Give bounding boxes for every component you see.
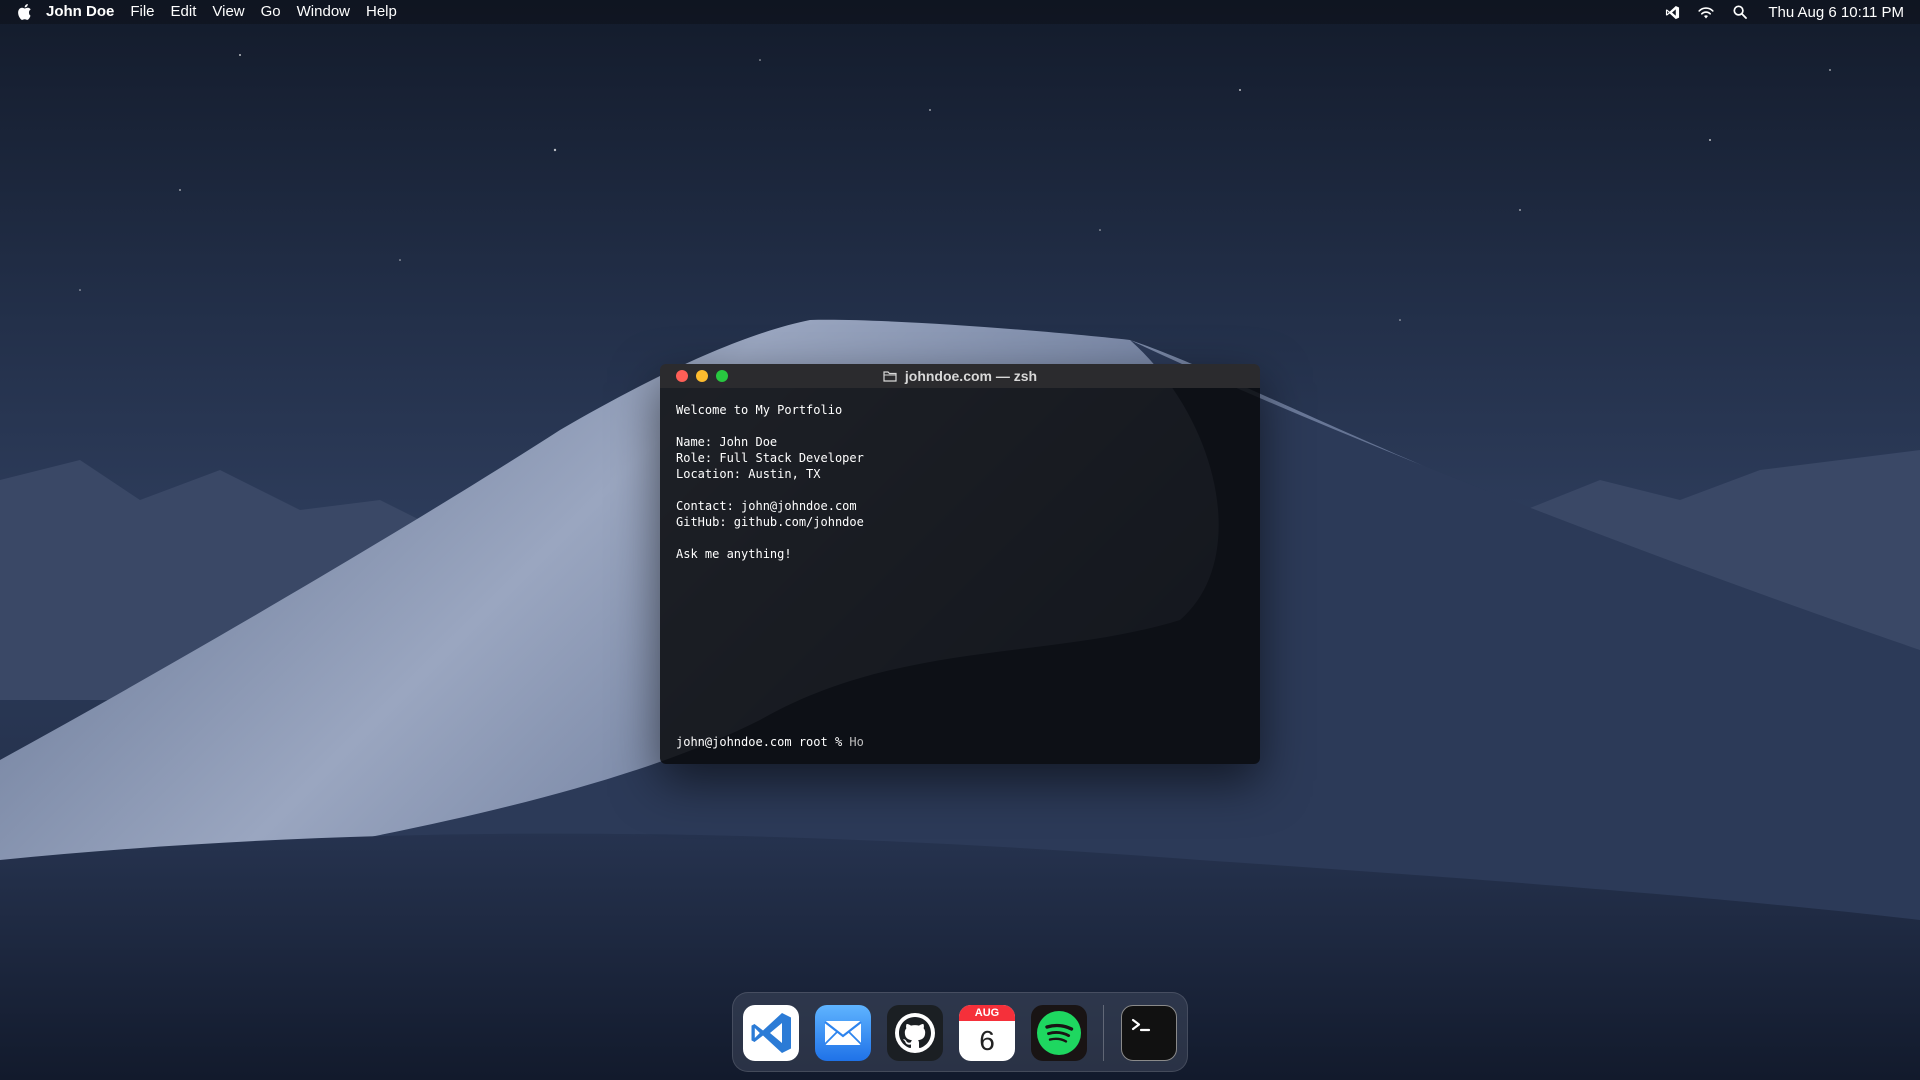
desktop: John Doe File Edit View Go Window Help T… — [0, 0, 1920, 1080]
menu-file[interactable]: File — [130, 0, 154, 24]
dock-spotify-icon[interactable] — [1031, 1005, 1087, 1061]
maximize-button[interactable] — [716, 370, 728, 382]
wifi-icon[interactable] — [1698, 4, 1714, 20]
dock-mail-icon[interactable] — [815, 1005, 871, 1061]
output-line: Role: Full Stack Developer — [676, 451, 864, 465]
vscode-icon[interactable] — [1664, 4, 1680, 20]
dock-calendar-icon[interactable]: AUG 6 — [959, 1005, 1015, 1061]
output-line: Contact: john@johndoe.com — [676, 499, 857, 513]
minimize-button[interactable] — [696, 370, 708, 382]
search-icon[interactable] — [1732, 4, 1748, 20]
shell-prompt: john@johndoe.com root % — [676, 735, 850, 749]
clock[interactable]: Thu Aug 6 10:11 PM — [1768, 4, 1904, 21]
terminal-title: johndoe.com — zsh — [904, 368, 1038, 384]
terminal-titlebar[interactable]: johndoe.com — zsh — [660, 364, 1260, 388]
dock-vscode-icon[interactable] — [743, 1005, 799, 1061]
menu-help[interactable]: Help — [366, 0, 397, 24]
app-name-menu[interactable]: John Doe — [46, 0, 114, 24]
folder-icon — [883, 371, 897, 382]
menu-view[interactable]: View — [212, 0, 244, 24]
apple-icon[interactable] — [16, 3, 32, 21]
dock-github-icon[interactable] — [887, 1005, 943, 1061]
calendar-day: 6 — [979, 1025, 995, 1056]
dock-separator — [1103, 1005, 1104, 1061]
command-input[interactable]: Ho — [849, 735, 863, 749]
output-line: Location: Austin, TX — [676, 467, 821, 481]
output-line: GitHub: github.com/johndoe — [676, 515, 864, 529]
menu-go[interactable]: Go — [261, 0, 281, 24]
menu-bar: John Doe File Edit View Go Window Help T… — [0, 0, 1920, 24]
prompt-line[interactable]: john@johndoe.com root % Ho — [676, 734, 864, 750]
terminal-output: Welcome to My Portfolio Name: John Doe R… — [676, 402, 864, 562]
menu-edit[interactable]: Edit — [171, 0, 197, 24]
calendar-month: AUG — [959, 1005, 1015, 1021]
output-line: Ask me anything! — [676, 547, 792, 561]
window-controls — [676, 370, 736, 382]
output-line: Name: John Doe — [676, 435, 778, 449]
dock-terminal-icon[interactable] — [1121, 1005, 1177, 1061]
close-button[interactable] — [676, 370, 688, 382]
menu-window[interactable]: Window — [297, 0, 350, 24]
output-line: Welcome to My Portfolio — [676, 403, 843, 417]
dock: AUG 6 — [732, 992, 1188, 1072]
terminal-window: johndoe.com — zsh Welcome to My Portfoli… — [660, 364, 1260, 764]
terminal-body[interactable]: Welcome to My Portfolio Name: John Doe R… — [660, 388, 1260, 764]
